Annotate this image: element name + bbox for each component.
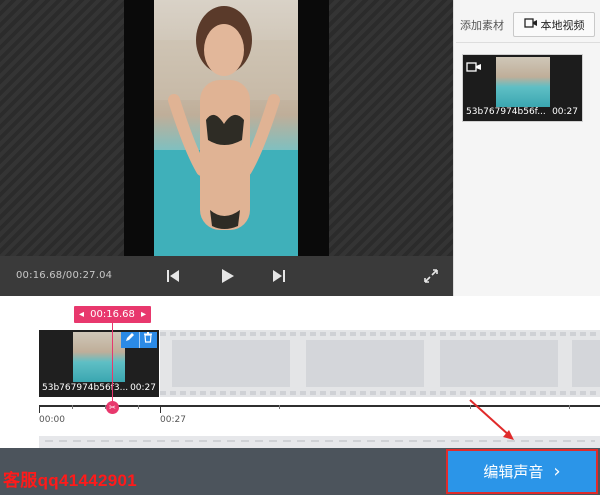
ruler-tick xyxy=(470,405,471,409)
ruler-tick xyxy=(39,405,40,413)
playhead-line xyxy=(112,322,113,406)
video-frame[interactable] xyxy=(124,0,329,256)
timeline-clip-duration: 00:27 xyxy=(130,383,156,393)
video-camera-icon xyxy=(523,17,538,32)
video-preview-figure xyxy=(154,6,298,256)
add-material-label: 添加素材 xyxy=(460,19,504,32)
clip-duration: 00:27 xyxy=(552,107,578,117)
edit-pencil-icon[interactable] xyxy=(121,332,139,348)
scissors-icon[interactable]: ✂ xyxy=(106,401,119,414)
video-player xyxy=(0,0,453,296)
video-preview-image xyxy=(154,0,298,256)
ruler-label-end: 00:27 xyxy=(160,415,186,425)
skip-previous-icon[interactable] xyxy=(164,267,182,285)
playhead-time: 00:16.68 xyxy=(90,309,135,320)
timeline-clip-name: 53b767974b56f3... xyxy=(42,383,129,393)
contact-watermark: 客服qq41442901 xyxy=(3,471,138,490)
time-readout: 00:16.68/00:27.04 xyxy=(16,270,113,281)
local-video-button[interactable]: 本地视频 xyxy=(513,12,595,37)
chevron-right-icon: › xyxy=(553,461,561,482)
delete-trash-icon[interactable] xyxy=(138,332,158,348)
timeline-ruler[interactable] xyxy=(39,405,600,413)
film-frame xyxy=(440,340,558,387)
play-icon[interactable] xyxy=(218,267,236,285)
fullscreen-icon[interactable] xyxy=(422,267,440,285)
film-frame xyxy=(306,340,424,387)
playhead-right-arrow-icon[interactable]: ▸ xyxy=(141,309,146,320)
edit-audio-label: 编辑声音 xyxy=(483,463,544,481)
player-background-right xyxy=(329,0,453,256)
ruler-tick xyxy=(160,405,161,413)
clip-tools xyxy=(121,332,157,348)
player-background-left xyxy=(0,0,124,256)
film-frame xyxy=(572,340,600,387)
film-perforation xyxy=(160,332,600,336)
media-panel xyxy=(453,0,600,296)
film-frame xyxy=(172,340,290,387)
playhead-time-tag[interactable]: ◂ 00:16.68 ▸ xyxy=(74,306,151,323)
audio-track-placeholder xyxy=(45,440,595,442)
playhead-left-arrow-icon[interactable]: ◂ xyxy=(79,309,84,320)
ruler-tick xyxy=(72,405,73,409)
panel-divider xyxy=(456,42,600,43)
ruler-label-start: 00:00 xyxy=(39,415,65,425)
video-camera-icon xyxy=(466,58,482,77)
edit-audio-button[interactable]: 编辑声音 › xyxy=(446,449,598,494)
ruler-tick xyxy=(569,405,570,409)
media-clip-thumbnail[interactable]: 53b767974b56f... 00:27 xyxy=(462,54,583,122)
empty-film-strip xyxy=(160,330,600,397)
audio-track[interactable] xyxy=(39,436,600,448)
skip-next-icon[interactable] xyxy=(270,267,288,285)
clip-name: 53b767974b56f... xyxy=(466,107,546,117)
film-perforation xyxy=(160,391,600,395)
timeline-clip-image xyxy=(73,332,125,382)
local-video-label: 本地视频 xyxy=(540,18,585,32)
ruler-tick xyxy=(279,405,280,409)
clip-thumbnail-image xyxy=(496,57,550,107)
ruler-tick xyxy=(138,405,139,409)
